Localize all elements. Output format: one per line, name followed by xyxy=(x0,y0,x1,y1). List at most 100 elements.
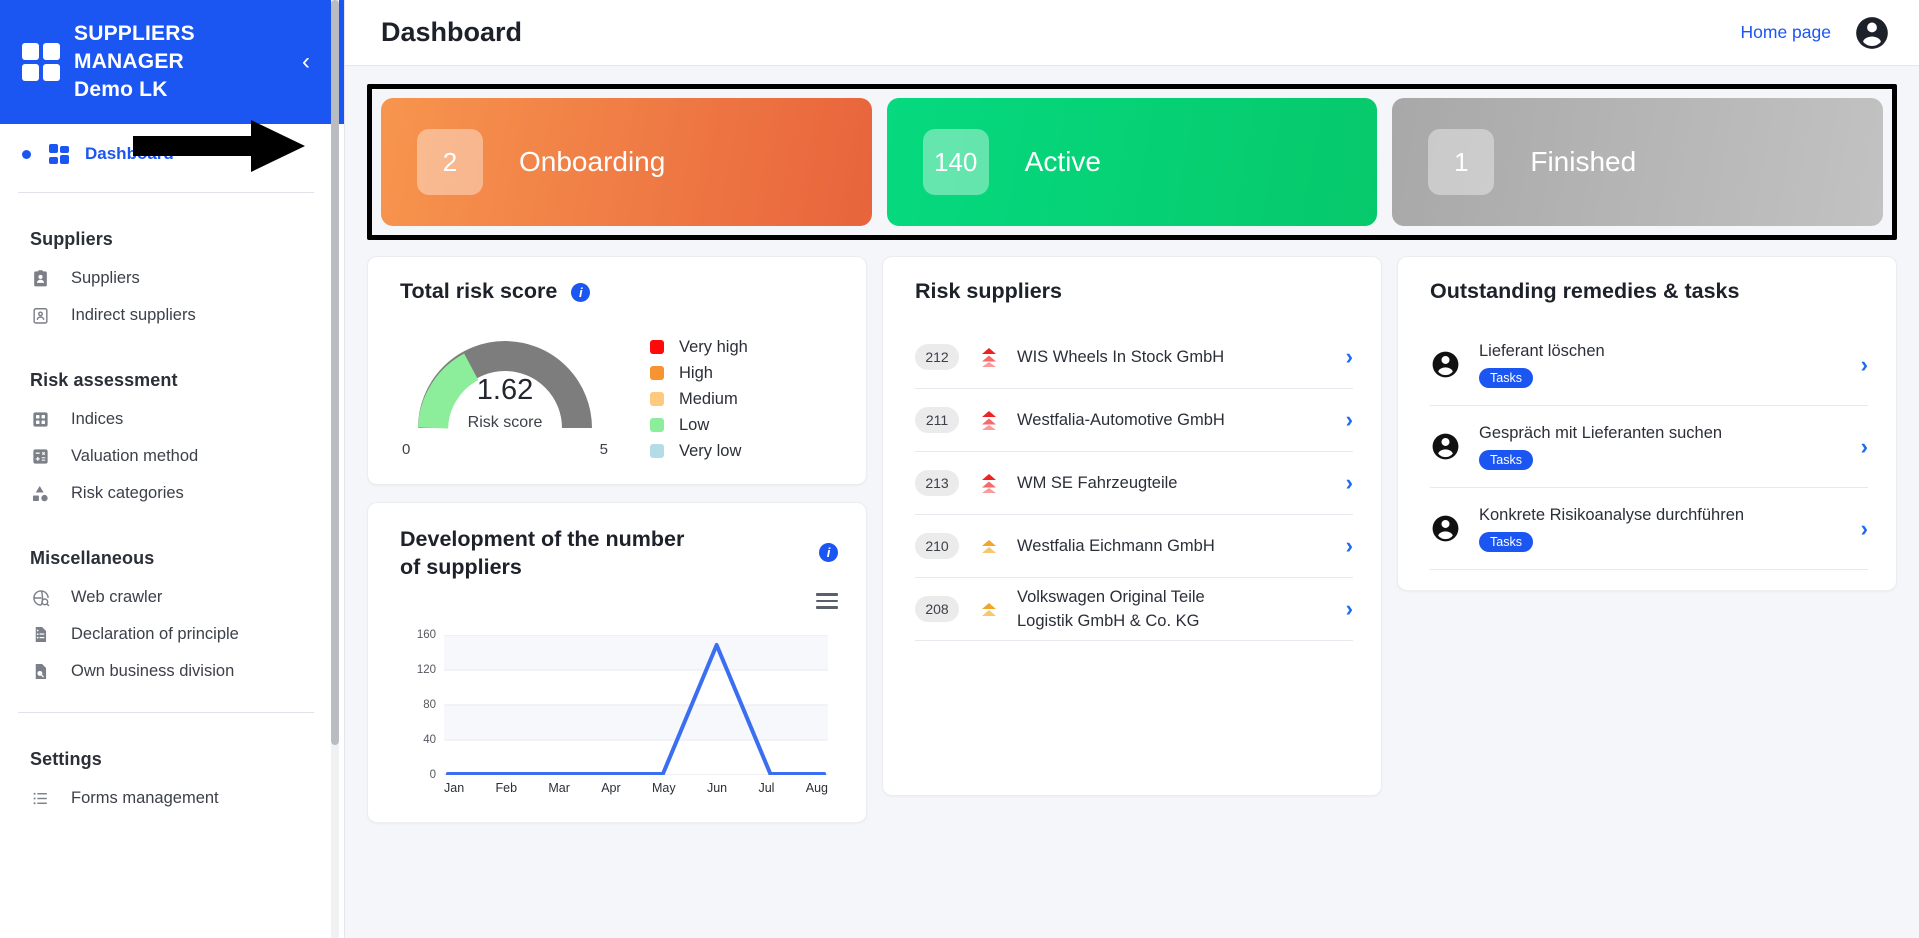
page-title: Dashboard xyxy=(381,17,523,47)
task-row[interactable]: Konkrete Risikoanalyse durchführen Tasks… xyxy=(1430,488,1868,570)
shapes-icon xyxy=(30,483,51,504)
legend-item-low: Low xyxy=(650,412,748,438)
supplier-name: Westfalia Eichmann GmbH xyxy=(1017,537,1215,555)
chevron-right-icon[interactable]: › xyxy=(1847,516,1868,542)
supplier-id-badge: 211 xyxy=(915,407,959,433)
dashboard-column-left: Total risk score i 1.62 Risk score 0 5 V… xyxy=(367,256,867,823)
info-icon[interactable]: i xyxy=(819,543,838,562)
status-card-finished[interactable]: 1 Finished xyxy=(1392,98,1884,226)
top-bar-right: Home page xyxy=(1741,14,1891,52)
sidebar-item-declaration-of-principle[interactable]: Declaration of principle xyxy=(0,616,344,653)
chevron-right-icon[interactable]: › xyxy=(1332,470,1353,496)
account-circle-icon xyxy=(1430,431,1461,462)
status-card-active[interactable]: 140 Active xyxy=(886,98,1378,226)
chart-y-axis: 160 120 80 40 0 xyxy=(400,629,436,781)
brand-line-1: SUPPLIERS xyxy=(74,22,195,45)
sidebar-section-settings: Settings xyxy=(30,749,102,769)
status-count: 140 xyxy=(922,129,989,195)
chevron-left-icon[interactable]: ‹ xyxy=(302,50,310,74)
risk-score-caption: Risk score xyxy=(467,414,543,431)
task-row[interactable]: Gespräch mit Lieferanten suchen Tasks › xyxy=(1430,406,1868,488)
sidebar-item-forms-management[interactable]: Forms management xyxy=(0,780,344,817)
total-risk-score-card: Total risk score i 1.62 Risk score 0 5 V… xyxy=(367,256,867,485)
risk-supplier-row[interactable]: 212 WIS Wheels In Stock GmbH › xyxy=(915,326,1353,389)
sidebar-item-indices[interactable]: Indices xyxy=(0,401,344,438)
supplier-name: Westfalia-Automotive GmbH xyxy=(1017,411,1225,429)
chevron-right-icon[interactable]: › xyxy=(1332,596,1353,622)
task-row[interactable]: Lieferant löschen Tasks › xyxy=(1430,324,1868,406)
supplier-name: WM SE Fahrzeugteile xyxy=(1017,474,1178,492)
chevron-right-icon[interactable]: › xyxy=(1332,533,1353,559)
supplier-id-badge: 213 xyxy=(915,470,959,496)
legend-item-medium: Medium xyxy=(650,386,748,412)
risk-supplier-row[interactable]: 211 Westfalia-Automotive GmbH › xyxy=(915,389,1353,452)
x-tick: Mar xyxy=(548,780,570,795)
y-tick: 160 xyxy=(416,628,436,641)
status-badge: Tasks xyxy=(1479,449,1533,470)
sidebar-section-suppliers: Suppliers xyxy=(30,229,113,249)
double-chevron-up-icon xyxy=(977,472,1001,494)
gauge-scale: 0 5 xyxy=(400,441,610,458)
sidebar-item-own-business-division[interactable]: Own business division xyxy=(0,653,344,690)
risk-supplier-row[interactable]: 208 Volkswagen Original Teile Logistik G… xyxy=(915,578,1353,641)
risk-suppliers-card: Risk suppliers 212 WIS Wheels In Stock G… xyxy=(882,256,1382,796)
legend-item-very-low: Very low xyxy=(650,438,748,464)
chevron-right-icon[interactable]: › xyxy=(1332,344,1353,370)
task-body: Konkrete Risikoanalyse durchführen Tasks xyxy=(1479,506,1744,552)
account-circle-icon[interactable] xyxy=(1853,14,1891,52)
list-icon xyxy=(30,788,51,809)
dashboard-grid-icon xyxy=(49,144,69,164)
x-tick: Jan xyxy=(444,780,465,795)
calculator-icon xyxy=(30,446,51,467)
sidebar-item-label: Valuation method xyxy=(71,447,199,465)
gauge-body: 1.62 Risk score 0 5 Very high High Mediu… xyxy=(400,322,838,464)
status-badge: Tasks xyxy=(1479,367,1533,388)
document-search-icon xyxy=(30,661,51,682)
legend-label: High xyxy=(679,363,713,382)
legend-item-very-high: Very high xyxy=(650,334,748,360)
sidebar-item-web-crawler[interactable]: Web crawler xyxy=(0,579,344,616)
sidebar-item-dashboard[interactable]: Dashboard xyxy=(0,124,344,184)
status-cards-highlight-box: 2 Onboarding 140 Active 1 Finished xyxy=(367,84,1897,240)
risk-legend: Very high High Medium Low Very low xyxy=(650,322,748,464)
task-name: Konkrete Risikoanalyse durchführen xyxy=(1479,505,1745,524)
legend-swatch xyxy=(650,392,664,406)
sidebar-item-risk-categories[interactable]: Risk categories xyxy=(0,475,344,512)
legend-label: Medium xyxy=(679,389,738,408)
hamburger-menu-icon[interactable] xyxy=(816,589,838,609)
legend-swatch xyxy=(650,418,664,432)
sidebar-item-indirect-suppliers[interactable]: Indirect suppliers xyxy=(0,297,344,334)
risk-suppliers-list: 212 WIS Wheels In Stock GmbH › 211 Westf… xyxy=(915,326,1353,641)
brand-line-3: Demo LK xyxy=(74,78,168,101)
brand-line-2: MANAGER xyxy=(74,50,184,73)
chevron-right-icon[interactable]: › xyxy=(1847,352,1868,378)
info-icon[interactable]: i xyxy=(571,283,591,302)
chevron-right-icon[interactable]: › xyxy=(1847,434,1868,460)
sidebar-scrollbar-thumb[interactable] xyxy=(331,0,339,745)
status-label: Onboarding xyxy=(519,146,666,177)
status-count: 2 xyxy=(417,129,483,195)
card-title-text: Outstanding remedies & tasks xyxy=(1430,279,1740,303)
supplier-name: Volkswagen Original Teile Logistik GmbH … xyxy=(1017,588,1205,630)
x-tick: Feb xyxy=(495,780,518,795)
sidebar-item-valuation-method[interactable]: Valuation method xyxy=(0,438,344,475)
sidebar-item-suppliers[interactable]: Suppliers xyxy=(0,260,344,297)
chevron-right-icon[interactable]: › xyxy=(1332,407,1353,433)
status-card-onboarding[interactable]: 2 Onboarding xyxy=(381,98,872,226)
supplier-id-badge: 212 xyxy=(915,344,959,370)
sidebar-item-label: Own business division xyxy=(71,662,235,680)
y-tick: 0 xyxy=(429,768,436,781)
status-badge: Tasks xyxy=(1479,531,1533,552)
legend-label: Very high xyxy=(679,337,748,356)
legend-label: Very low xyxy=(679,441,742,460)
card-title-text: Risk suppliers xyxy=(915,279,1062,303)
home-page-link[interactable]: Home page xyxy=(1741,22,1831,43)
id-card-outline-icon xyxy=(30,305,51,326)
web-crawler-search-icon xyxy=(30,587,51,608)
brand-text: SUPPLIERS MANAGER Demo LK xyxy=(74,20,195,104)
dashboard-column-middle: Risk suppliers 212 WIS Wheels In Stock G… xyxy=(882,256,1382,823)
card-title: Outstanding remedies & tasks xyxy=(1430,279,1868,304)
sidebar-nav: Dashboard Suppliers Suppliers Indirect s… xyxy=(0,124,344,817)
risk-supplier-row[interactable]: 210 Westfalia Eichmann GmbH › xyxy=(915,515,1353,578)
risk-supplier-row[interactable]: 213 WM SE Fahrzeugteile › xyxy=(915,452,1353,515)
